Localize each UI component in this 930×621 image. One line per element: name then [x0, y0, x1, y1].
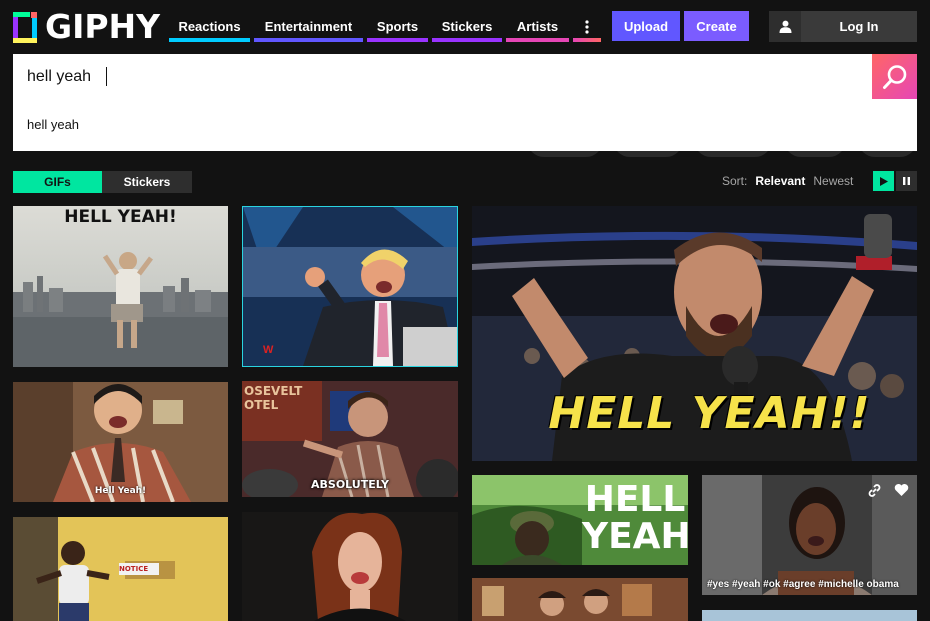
nav-entertainment[interactable]: Entertainment	[254, 11, 363, 42]
nav-entertainment-label: Entertainment	[264, 19, 353, 34]
nav-reactions[interactable]: Reactions	[169, 11, 250, 42]
giphy-logo-mark-icon	[13, 11, 37, 43]
nav-underline	[254, 38, 363, 42]
search-input[interactable]	[13, 54, 853, 99]
user-icon	[769, 11, 801, 42]
sort-newest[interactable]: Newest	[813, 174, 853, 188]
link-icon[interactable]	[867, 483, 882, 498]
text-caret	[106, 67, 107, 86]
gif-tile[interactable]: Hell Yeah!	[13, 382, 228, 502]
sign-text: OSEVELT OTEL	[244, 384, 303, 412]
gif-caption: Hell Yeah!	[94, 486, 147, 496]
gif-thumbnail	[13, 252, 228, 367]
nav-sports[interactable]: Sports	[367, 11, 428, 42]
nav-artists-label: Artists	[516, 19, 559, 34]
svg-text:W: W	[263, 344, 274, 356]
gif-tile[interactable]: #yes #yeah #ok #agree #michelle obama	[702, 475, 917, 595]
nav-sports-label: Sports	[376, 19, 419, 34]
gif-tile[interactable]	[702, 610, 917, 621]
search-bar	[13, 54, 917, 99]
gif-caption: ABSOLUTELY	[311, 478, 389, 491]
nav-stickers[interactable]: Stickers	[432, 11, 502, 42]
tile-actions	[867, 483, 909, 498]
gif-tags[interactable]: #yes #yeah #ok #agree #michelle obama	[707, 579, 899, 590]
login-button[interactable]: Log In	[769, 11, 917, 42]
sort-relevant[interactable]: Relevant	[755, 174, 805, 188]
tab-gifs[interactable]: GIFs	[13, 171, 102, 193]
gif-caption: HELL YEAH!!	[548, 388, 871, 439]
gif-tile[interactable]: HELL YEAH!!	[472, 206, 917, 461]
nav-artists[interactable]: Artists	[506, 11, 569, 42]
gif-tile[interactable]: HELL YEAH!	[13, 206, 228, 367]
gif-tile[interactable]	[472, 578, 688, 621]
search-suggestions: hell yeah	[13, 99, 917, 151]
create-button[interactable]: Create	[684, 11, 749, 41]
vertical-dots-icon	[585, 19, 589, 34]
gif-tile[interactable]: OSEVELT OTEL ABSOLUTELY	[242, 381, 458, 497]
nav-underline	[573, 38, 601, 42]
gif-tile[interactable]: W	[242, 206, 458, 367]
upload-button[interactable]: Upload	[612, 11, 680, 41]
autoplay-button[interactable]	[873, 171, 894, 191]
logo-text: GIPHY	[45, 7, 161, 46]
gif-thumbnail: W	[243, 207, 457, 366]
gif-tile[interactable]: NOTICE	[13, 517, 228, 621]
tab-stickers[interactable]: Stickers	[102, 171, 192, 193]
gif-thumbnail	[13, 382, 228, 502]
sign-text: NOTICE	[119, 565, 149, 573]
gif-caption: HELL YEAH!	[64, 207, 177, 227]
search-button[interactable]	[872, 54, 917, 99]
pause-icon	[903, 177, 910, 185]
nav-reactions-label: Reactions	[178, 19, 241, 34]
nav-underline	[506, 38, 569, 42]
nav-underline	[367, 38, 428, 42]
gif-tile[interactable]: HELL YEAH	[472, 475, 688, 565]
heart-icon[interactable]	[894, 483, 909, 497]
gif-tile[interactable]	[242, 512, 458, 621]
gif-thumbnail	[472, 578, 688, 621]
sort-controls: Sort: Relevant Newest	[722, 174, 853, 188]
nav-underline	[169, 38, 250, 42]
suggestion-item[interactable]: hell yeah	[27, 117, 79, 132]
giphy-search-page: GIPHY Reactions Entertainment Sports Sti…	[0, 0, 930, 621]
giphy-logo[interactable]: GIPHY	[13, 10, 160, 44]
nav-more-button[interactable]	[573, 11, 601, 42]
login-label: Log In	[839, 19, 879, 34]
gif-caption: HELL	[584, 479, 686, 520]
gif-caption: YEAH	[582, 516, 688, 557]
sort-label: Sort:	[722, 174, 748, 188]
nav-underline	[432, 38, 502, 42]
gif-thumbnail	[242, 512, 458, 621]
play-icon	[879, 176, 888, 186]
pause-button[interactable]	[896, 171, 917, 191]
main-nav: Reactions Entertainment Sports Stickers …	[169, 11, 605, 42]
magnifier-icon	[882, 64, 906, 89]
nav-stickers-label: Stickers	[441, 19, 493, 34]
